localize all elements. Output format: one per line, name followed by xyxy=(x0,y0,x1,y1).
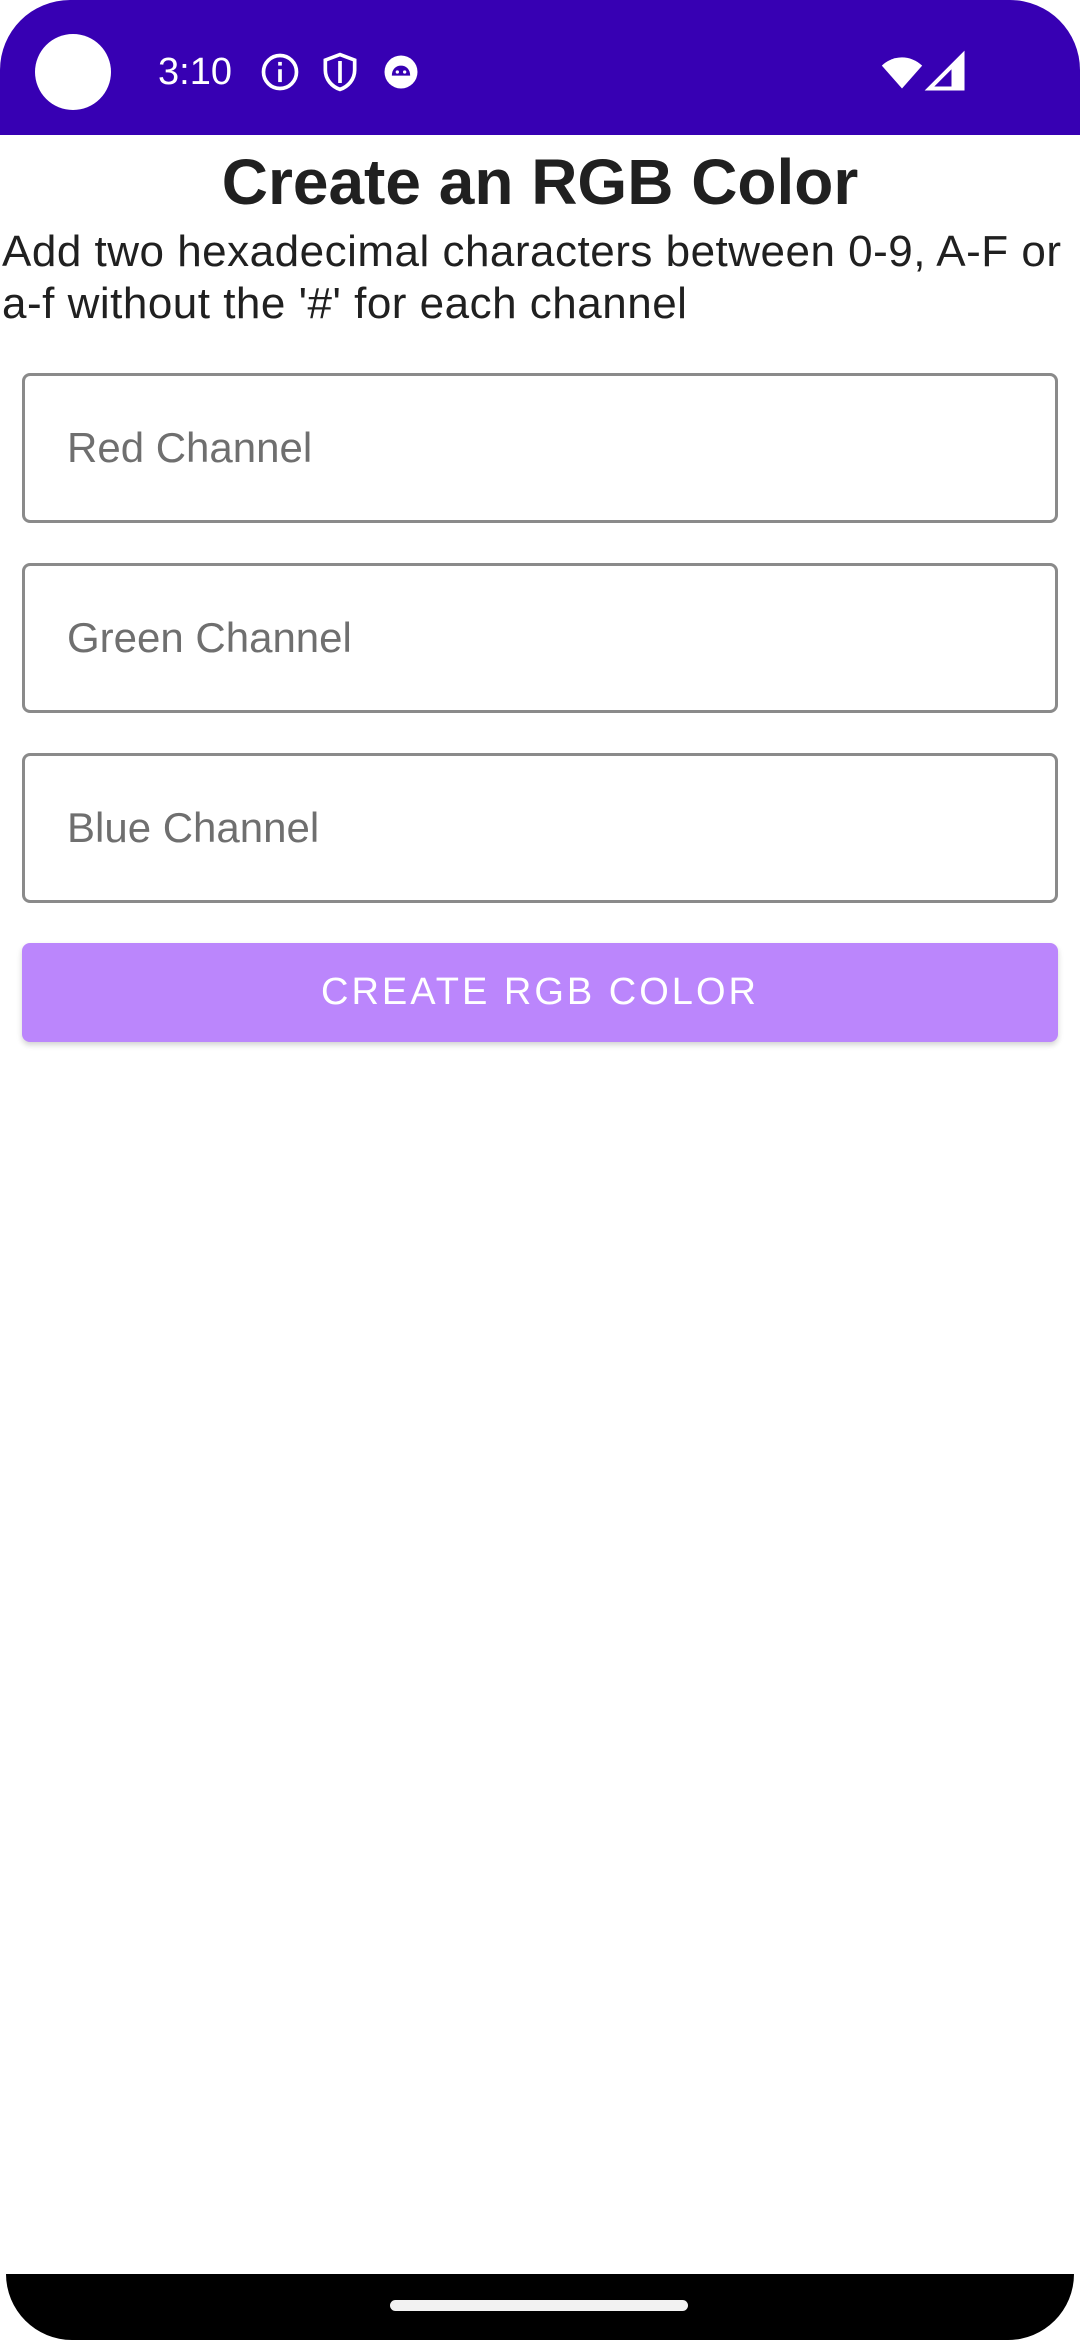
camera-cutout xyxy=(35,34,111,110)
green-channel-input[interactable] xyxy=(25,566,1055,710)
info-icon xyxy=(258,50,302,94)
status-time: 3:10 xyxy=(158,51,232,93)
red-channel-input[interactable] xyxy=(25,376,1055,520)
create-rgb-color-button[interactable]: CREATE RGB COLOR xyxy=(22,943,1058,1042)
red-channel-field[interactable] xyxy=(22,373,1058,523)
blue-channel-field[interactable] xyxy=(22,753,1058,903)
page-title: Create an RGB Color xyxy=(221,146,859,218)
status-bar: 3:10 xyxy=(0,0,1080,135)
instructions-text: Add two hexadecimal characters between 0… xyxy=(2,227,1062,328)
green-channel-field[interactable] xyxy=(22,563,1058,713)
wifi-icon xyxy=(880,50,924,94)
android-icon xyxy=(379,50,423,94)
create-button-label: CREATE RGB COLOR xyxy=(321,971,759,1013)
app-screen: 3:10 Create an RGB Color Add two hexadec… xyxy=(0,0,1080,2340)
home-handle[interactable] xyxy=(390,2300,688,2311)
shield-icon xyxy=(318,50,362,94)
blue-channel-input[interactable] xyxy=(25,756,1055,900)
signal-icon xyxy=(924,50,968,94)
